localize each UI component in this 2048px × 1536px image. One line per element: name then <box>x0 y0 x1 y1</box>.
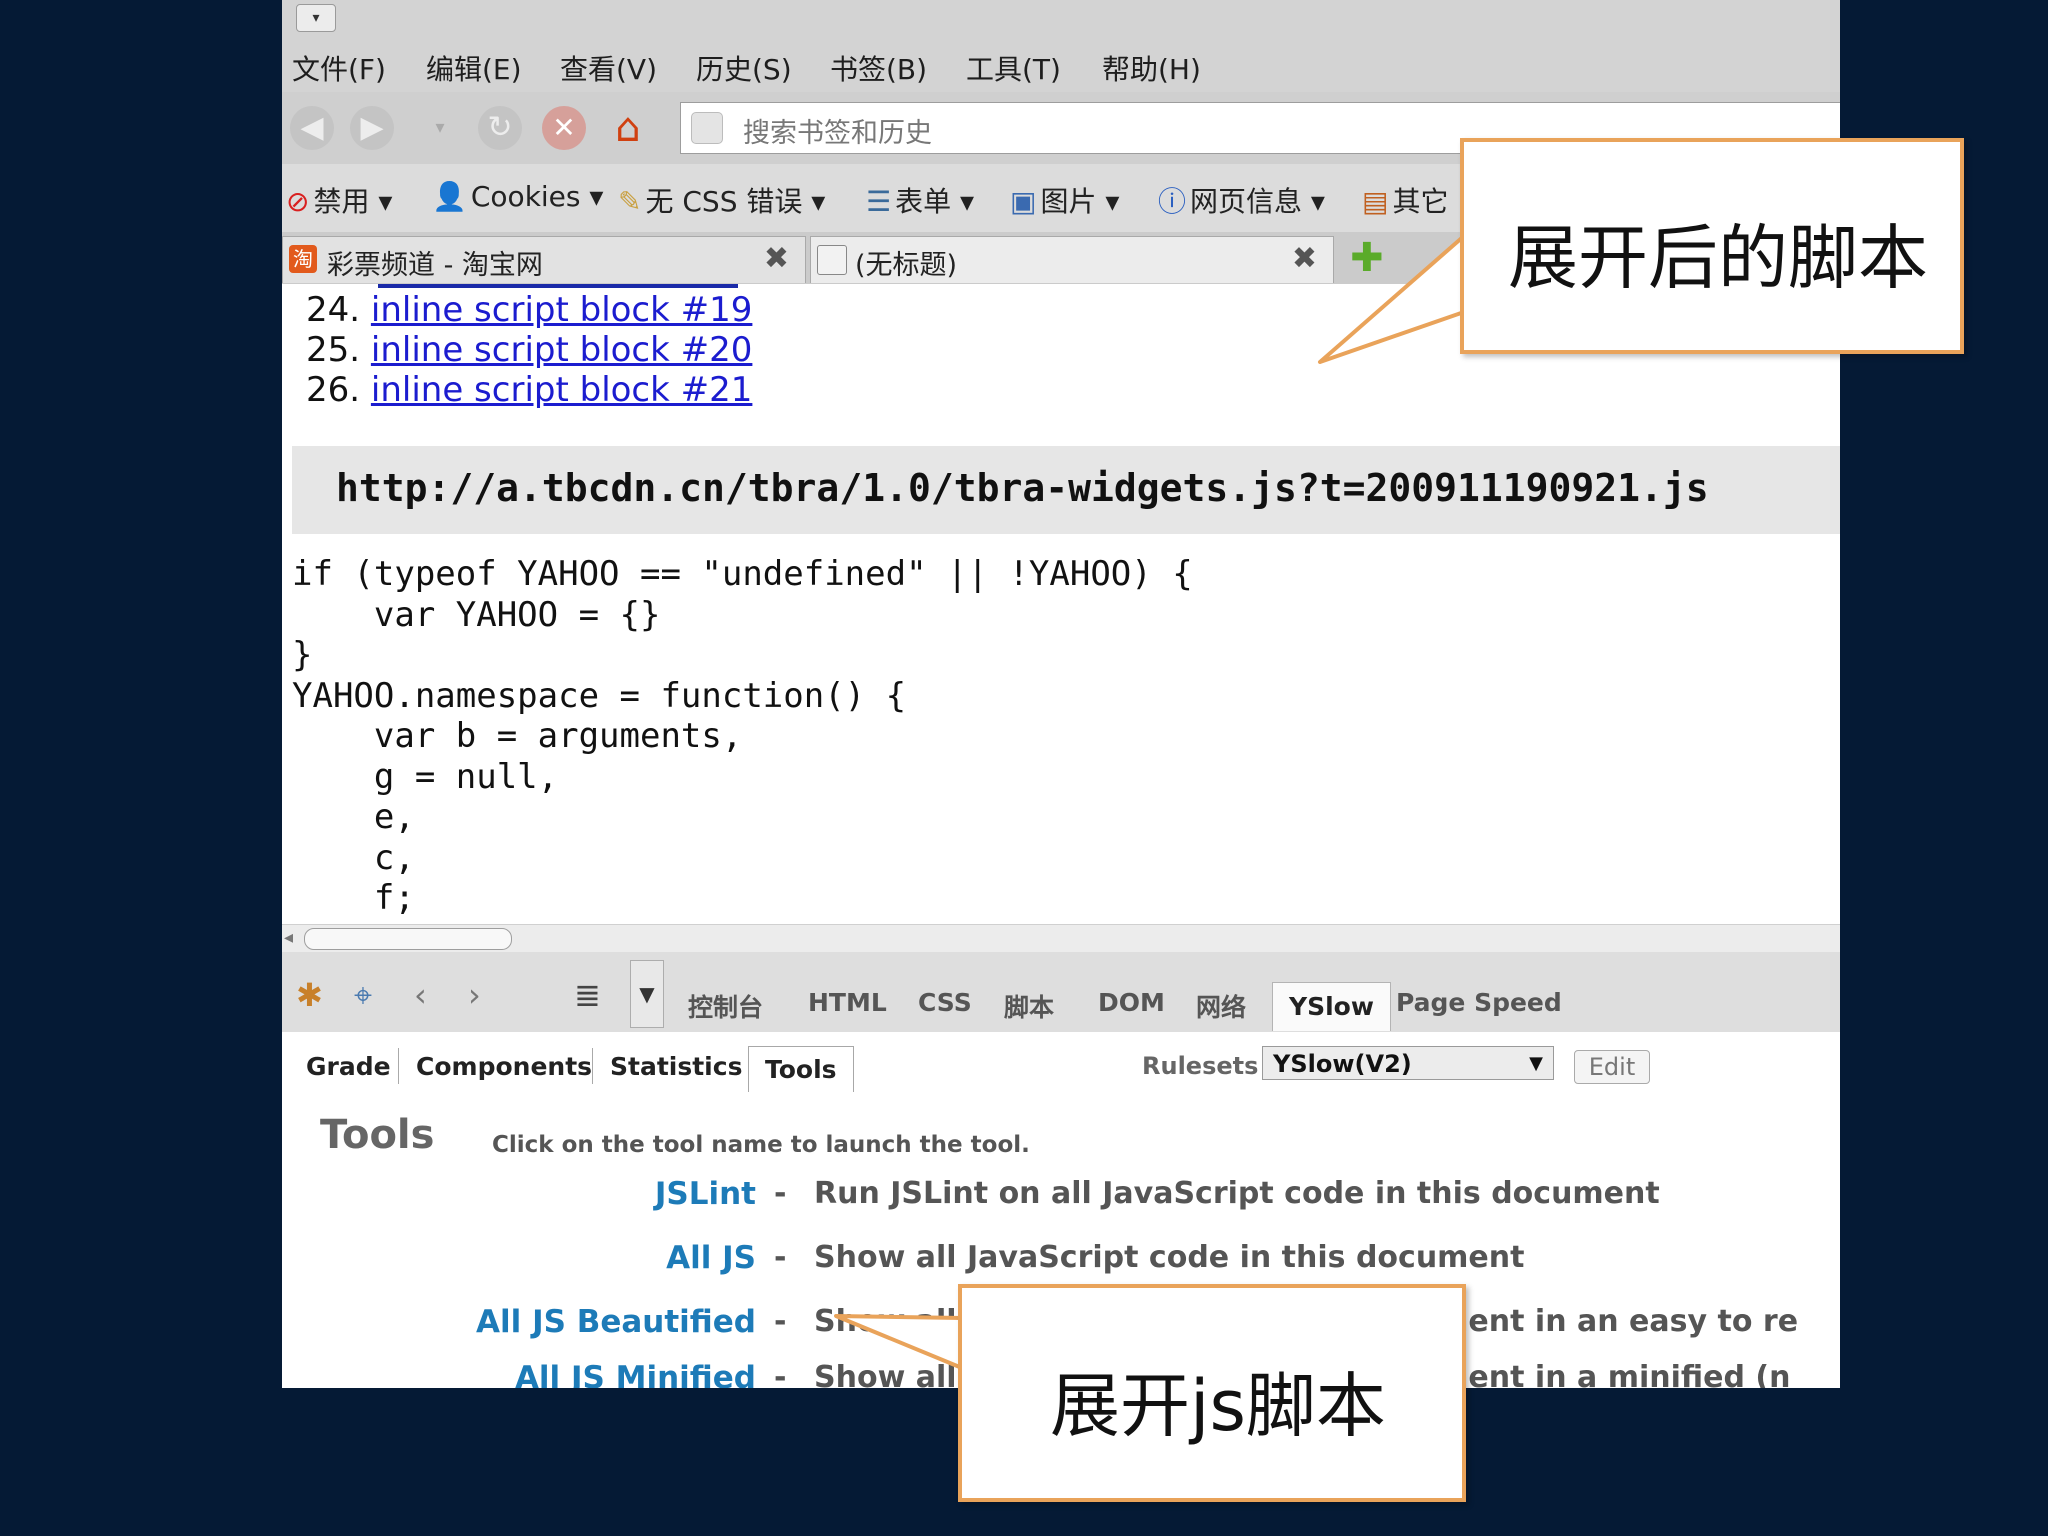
callout-text: 展开js脚本 <box>1050 1365 1386 1447</box>
callout-text: 展开后的脚本 <box>1508 217 1928 299</box>
callout-expand-js: 展开js脚本 <box>958 1284 1466 1502</box>
callout-tail-top <box>1318 234 1466 364</box>
callout-expanded-script: 展开后的脚本 <box>1460 138 1964 354</box>
callout-tail-bottom <box>834 1314 964 1370</box>
